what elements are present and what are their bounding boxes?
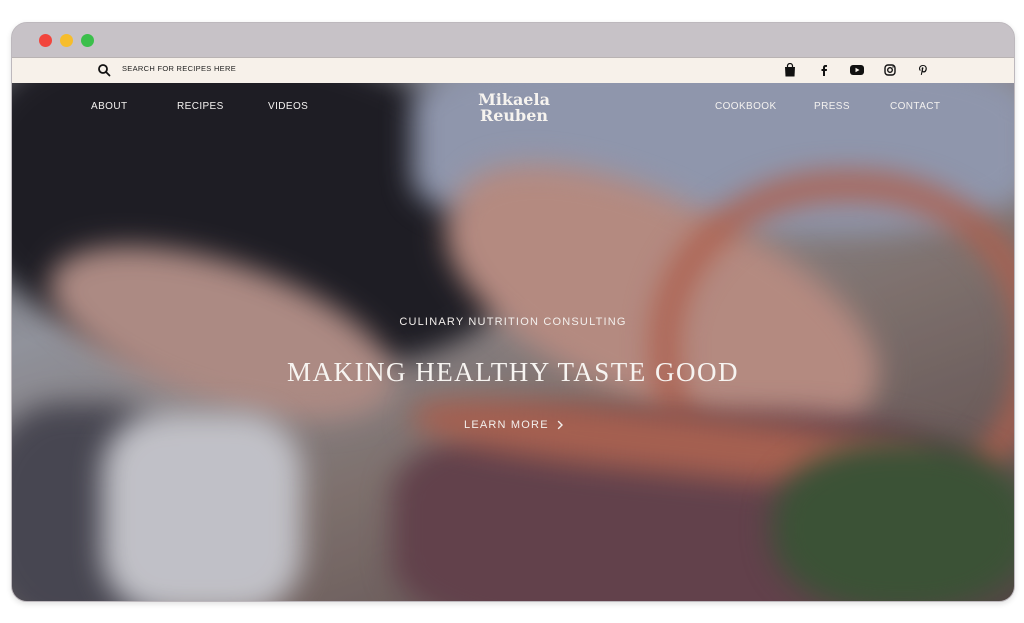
hero-overlay: [12, 83, 1014, 601]
chevron-right-icon: [557, 420, 563, 430]
browser-window: SEARCH FOR RECIPES HERE ABOUT RECIPES VI…: [11, 22, 1015, 602]
learn-more-label: LEARN MORE: [464, 419, 549, 431]
hero-subtitle: CULINARY NUTRITION CONSULTING: [399, 316, 627, 328]
hero-headline: MAKING HEALTHY TASTE GOOD: [286, 357, 740, 387]
utility-bar: SEARCH FOR RECIPES HERE: [12, 57, 1014, 84]
pinterest-icon[interactable]: [915, 62, 931, 78]
minimize-window-button[interactable]: [60, 34, 73, 47]
nav-link-recipes[interactable]: RECIPES: [177, 101, 224, 112]
facebook-icon[interactable]: [816, 62, 832, 78]
site-logo[interactable]: Mikaela Reuben: [474, 92, 554, 124]
youtube-icon[interactable]: [849, 62, 865, 78]
learn-more-link[interactable]: LEARN MORE: [464, 419, 564, 431]
nav-link-cookbook[interactable]: COOKBOOK: [715, 101, 777, 112]
title-bar: [12, 23, 1014, 57]
search-icon[interactable]: [97, 63, 111, 77]
maximize-window-button[interactable]: [81, 34, 94, 47]
logo-line-2: Reuben: [479, 106, 549, 125]
search-input[interactable]: SEARCH FOR RECIPES HERE: [122, 64, 236, 73]
hero-section: ABOUT RECIPES VIDEOS COOKBOOK PRESS CONT…: [12, 83, 1014, 601]
nav-link-contact[interactable]: CONTACT: [890, 101, 940, 112]
close-window-button[interactable]: [39, 34, 52, 47]
nav-link-videos[interactable]: VIDEOS: [268, 101, 308, 112]
shopping-bag-icon[interactable]: [782, 62, 798, 78]
nav-link-press[interactable]: PRESS: [814, 101, 850, 112]
instagram-icon[interactable]: [882, 62, 898, 78]
nav-link-about[interactable]: ABOUT: [91, 101, 127, 112]
